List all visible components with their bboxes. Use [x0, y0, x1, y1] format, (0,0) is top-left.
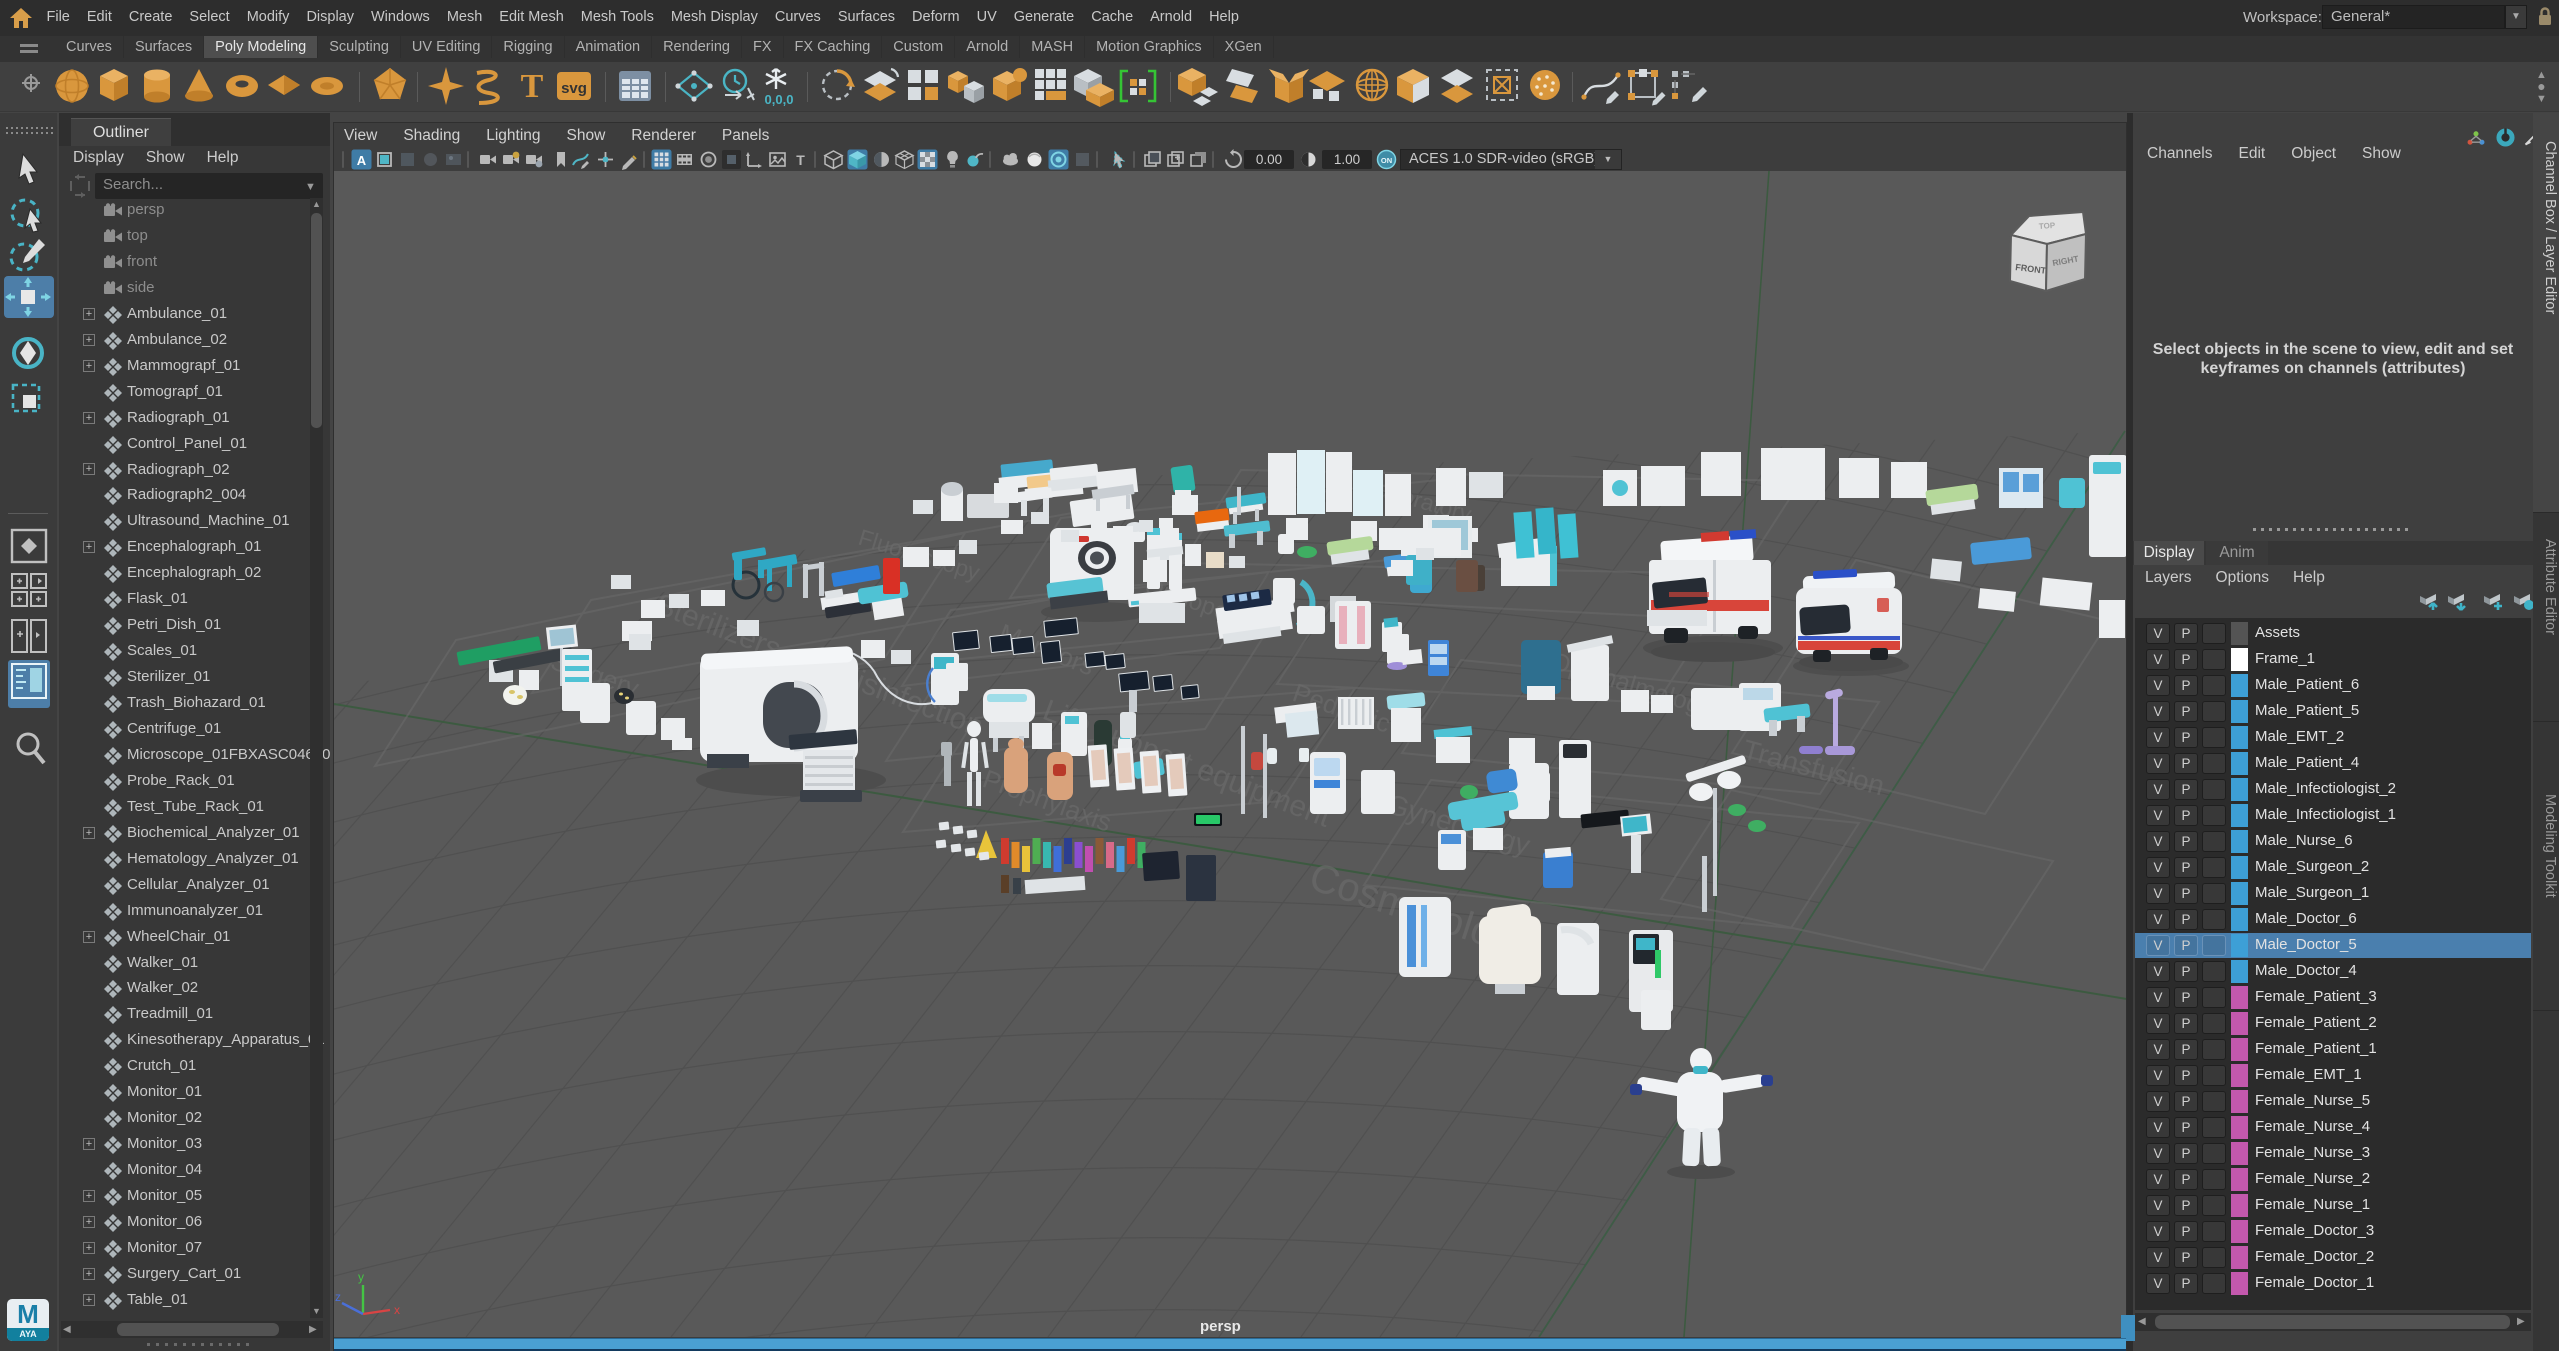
svg-text:x: x	[394, 1303, 400, 1317]
svg-text:y: y	[358, 1270, 364, 1284]
svg-text:TOP: TOP	[2039, 221, 2057, 231]
svg-text:ON: ON	[1381, 156, 1392, 165]
svg-text:0,0,0: 0,0,0	[765, 92, 794, 107]
svg-text:svg: svg	[561, 80, 587, 97]
svg-text:T: T	[796, 152, 805, 168]
svg-text:A: A	[357, 153, 367, 168]
svg-text:persp: persp	[1200, 1318, 1241, 1335]
svg-text:z: z	[335, 1290, 341, 1304]
svg-text:T: T	[521, 68, 544, 105]
